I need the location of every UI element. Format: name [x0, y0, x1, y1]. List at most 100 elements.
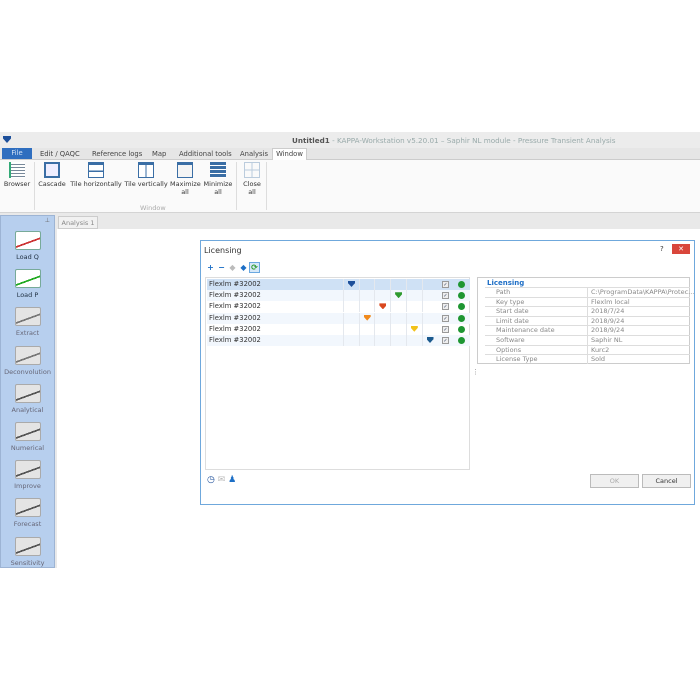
tab-edit-qaqc[interactable]: Edit / QAQC	[40, 150, 80, 158]
browser-button[interactable]: Browser	[2, 162, 32, 189]
numerical-icon	[14, 422, 41, 441]
license-row[interactable]: Flexlm #32002 ✓	[207, 279, 470, 290]
license-checkbox[interactable]: ✓	[442, 314, 449, 322]
gem-cell	[390, 312, 406, 324]
tool-label: Forecast	[13, 520, 42, 529]
license-row[interactable]: Flexlm #32002 ✓	[207, 301, 470, 313]
improve-icon	[14, 460, 41, 480]
tool-label: Sensitivity	[10, 558, 45, 567]
license-row[interactable]: Flexlm #32002 ✓	[207, 312, 470, 324]
gem-cell	[390, 301, 406, 313]
tab-map[interactable]: Map	[152, 150, 166, 158]
tool-forecast[interactable]: Forecast	[0, 498, 55, 528]
tool-sensitivity[interactable]: Sensitivity	[0, 536, 55, 567]
license-name: Flexlm #32002	[209, 291, 261, 300]
maximize-all-button[interactable]: Maximize all	[170, 162, 201, 196]
gem-cell	[405, 335, 422, 346]
browser-label: Browser	[3, 180, 31, 188]
ok-button[interactable]: OK	[590, 474, 639, 488]
gem-cell	[390, 335, 406, 346]
license-row[interactable]: Flexlm #32002 ✓	[207, 323, 470, 335]
dialog-toolbar: + − ◆ ◆ ⟳	[205, 262, 260, 273]
gem-cell	[358, 290, 375, 302]
forecast-icon	[14, 498, 41, 518]
status-dot-icon	[458, 281, 465, 288]
gem-cell	[374, 290, 390, 302]
license-name: Flexlm #32002	[209, 302, 261, 311]
tool-extract[interactable]: Extract	[0, 307, 55, 337]
gem-cell	[421, 279, 438, 290]
tile-vertically-label: Tile vertically	[124, 180, 168, 188]
minimize-all-button[interactable]: Minimize all	[203, 162, 233, 196]
property-row: Maintenance date 2018/9/24	[485, 325, 690, 336]
tool-label: Numerical	[10, 444, 45, 452]
mail-icon[interactable]: ✉	[218, 475, 226, 485]
tab-reference-logs[interactable]: Reference logs	[92, 150, 142, 158]
license-checkbox[interactable]: ✓	[442, 292, 449, 300]
refresh-icon[interactable]: ⟳	[249, 262, 260, 273]
license-row[interactable]: Flexlm #32002 ✓	[207, 335, 470, 346]
tool-label: Extract	[15, 329, 40, 338]
gem-gray-icon[interactable]: ◆	[227, 263, 238, 272]
tool-improve[interactable]: Improve	[0, 460, 55, 490]
tile-vertically-icon	[138, 162, 154, 178]
status-dot-icon	[458, 337, 465, 344]
gem-cell	[405, 312, 422, 324]
user-icon[interactable]: ♟	[228, 475, 236, 485]
sensitivity-icon	[14, 536, 41, 556]
license-checkbox[interactable]: ✓	[442, 303, 449, 311]
close-button[interactable]: ✕	[672, 244, 690, 254]
analytical-icon	[14, 383, 41, 403]
add-icon[interactable]: +	[205, 263, 216, 272]
gem-cell	[343, 323, 359, 335]
license-checkbox[interactable]: ✓	[442, 281, 449, 288]
tool-label: Deconvolution	[4, 367, 51, 376]
cascade-button[interactable]: Cascade	[37, 162, 67, 189]
extract-icon	[14, 307, 41, 327]
splitter-handle[interactable]: ⋮	[472, 368, 479, 376]
tile-vertically-button[interactable]: Tile vertically	[124, 162, 168, 189]
close-all-button[interactable]: Close all	[238, 162, 266, 196]
property-row: Start date 2018/7/24	[485, 306, 690, 317]
license-name: Flexlm #32002	[209, 313, 261, 322]
clock-icon[interactable]: ◷	[207, 475, 215, 485]
property-key: License Type	[496, 355, 538, 364]
gem-cell	[358, 279, 375, 290]
load-q-icon	[14, 231, 41, 250]
load-p-icon	[14, 269, 41, 289]
minimize-label-2: all	[214, 187, 222, 196]
deconvolution-icon	[14, 345, 41, 365]
gem-cell	[421, 312, 438, 324]
tile-horizontally-icon	[88, 162, 104, 178]
property-row: Limit date 2018/9/24	[485, 315, 690, 326]
tool-load-q[interactable]: Load Q	[0, 231, 55, 261]
tool-analytical[interactable]: Analytical	[0, 383, 55, 414]
tab-additional-tools[interactable]: Additional tools	[179, 150, 232, 158]
maximize-icon	[177, 162, 193, 178]
tab-analysis-1[interactable]: Analysis 1	[58, 216, 98, 229]
tile-horizontally-button[interactable]: Tile horizontally	[70, 162, 122, 189]
cancel-button[interactable]: Cancel	[642, 474, 691, 488]
license-checkbox[interactable]: ✓	[442, 337, 449, 344]
gem-cell	[405, 290, 422, 302]
property-row: Key type Flexlm local	[485, 296, 690, 307]
help-button[interactable]: ?	[660, 245, 664, 253]
gem-cell	[421, 301, 438, 313]
tool-label: Analytical	[11, 405, 44, 414]
gem-blue-icon[interactable]: ◆	[238, 263, 249, 272]
license-checkbox[interactable]: ✓	[442, 325, 449, 333]
gem-cell	[343, 301, 359, 313]
tab-analysis[interactable]: Analysis	[240, 150, 268, 158]
license-row[interactable]: Flexlm #32002 ✓	[207, 290, 470, 302]
close-all-icon	[244, 162, 260, 178]
pin-icon[interactable]: ⊥	[45, 217, 50, 224]
minimize-icon	[210, 162, 226, 178]
gem-cell	[374, 279, 390, 290]
remove-icon[interactable]: −	[216, 263, 227, 272]
tool-numerical[interactable]: Numerical	[0, 422, 55, 452]
tool-deconvolution[interactable]: Deconvolution	[0, 345, 55, 376]
tool-load-p[interactable]: Load P	[0, 269, 55, 299]
file-menu[interactable]: File	[2, 148, 32, 159]
tool-label: Load Q	[16, 253, 39, 261]
status-dot-icon	[458, 325, 465, 333]
